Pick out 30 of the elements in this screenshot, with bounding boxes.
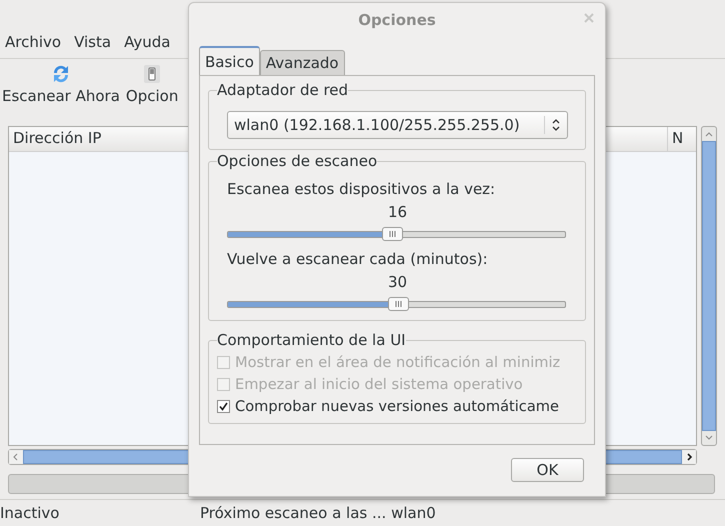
toolbar-button[interactable]: Opcion bbox=[126, 63, 178, 111]
column-header[interactable]: N bbox=[668, 127, 696, 151]
slider-label: Escanea estos dispositivos a la vez: bbox=[227, 180, 496, 198]
tab[interactable]: Basico bbox=[199, 46, 260, 75]
tab[interactable]: Avanzado bbox=[260, 50, 345, 75]
menu-item[interactable]: Vista bbox=[74, 33, 112, 58]
group-title: Adaptador de red bbox=[217, 81, 348, 99]
checkbox[interactable] bbox=[217, 400, 230, 412]
toolbar-button[interactable]: Escanear Ahora bbox=[2, 63, 120, 111]
menu-item[interactable]: Ayuda bbox=[124, 33, 170, 58]
slider-thumb[interactable] bbox=[388, 297, 408, 311]
checkbox-label: Mostrar en el área de notificación al minimiz bbox=[235, 354, 560, 370]
adapter-dropdown[interactable]: wlan0 (192.168.1.100/255.255.255.0) bbox=[227, 111, 568, 139]
slider-thumb[interactable] bbox=[382, 227, 404, 241]
slider-value: 16 bbox=[386, 203, 408, 221]
dialog-title: Opciones bbox=[358, 11, 436, 29]
slider-label: Vuelve a escanear cada (minutos): bbox=[227, 250, 489, 268]
updown-icon bbox=[551, 118, 561, 132]
vertical-scrollbar[interactable] bbox=[701, 126, 717, 446]
slider-track[interactable] bbox=[227, 230, 566, 238]
menu-item[interactable]: Archivo bbox=[5, 33, 62, 58]
group-title: Opciones de escaneo bbox=[217, 152, 378, 170]
checkbox-label: Comprobar nuevas versiones automáticame bbox=[235, 398, 559, 414]
slider-value: 30 bbox=[386, 273, 408, 291]
status-text: Inactivo bbox=[0, 504, 60, 522]
slider-track[interactable] bbox=[227, 300, 566, 308]
close-icon[interactable] bbox=[583, 12, 595, 24]
group-title: Comportamiento de la UI bbox=[217, 331, 406, 349]
checkbox-label: Empezar al inicio del sistema operativo bbox=[235, 376, 523, 392]
status-text: Próximo escaneo a las ... wlan0 bbox=[200, 504, 436, 522]
